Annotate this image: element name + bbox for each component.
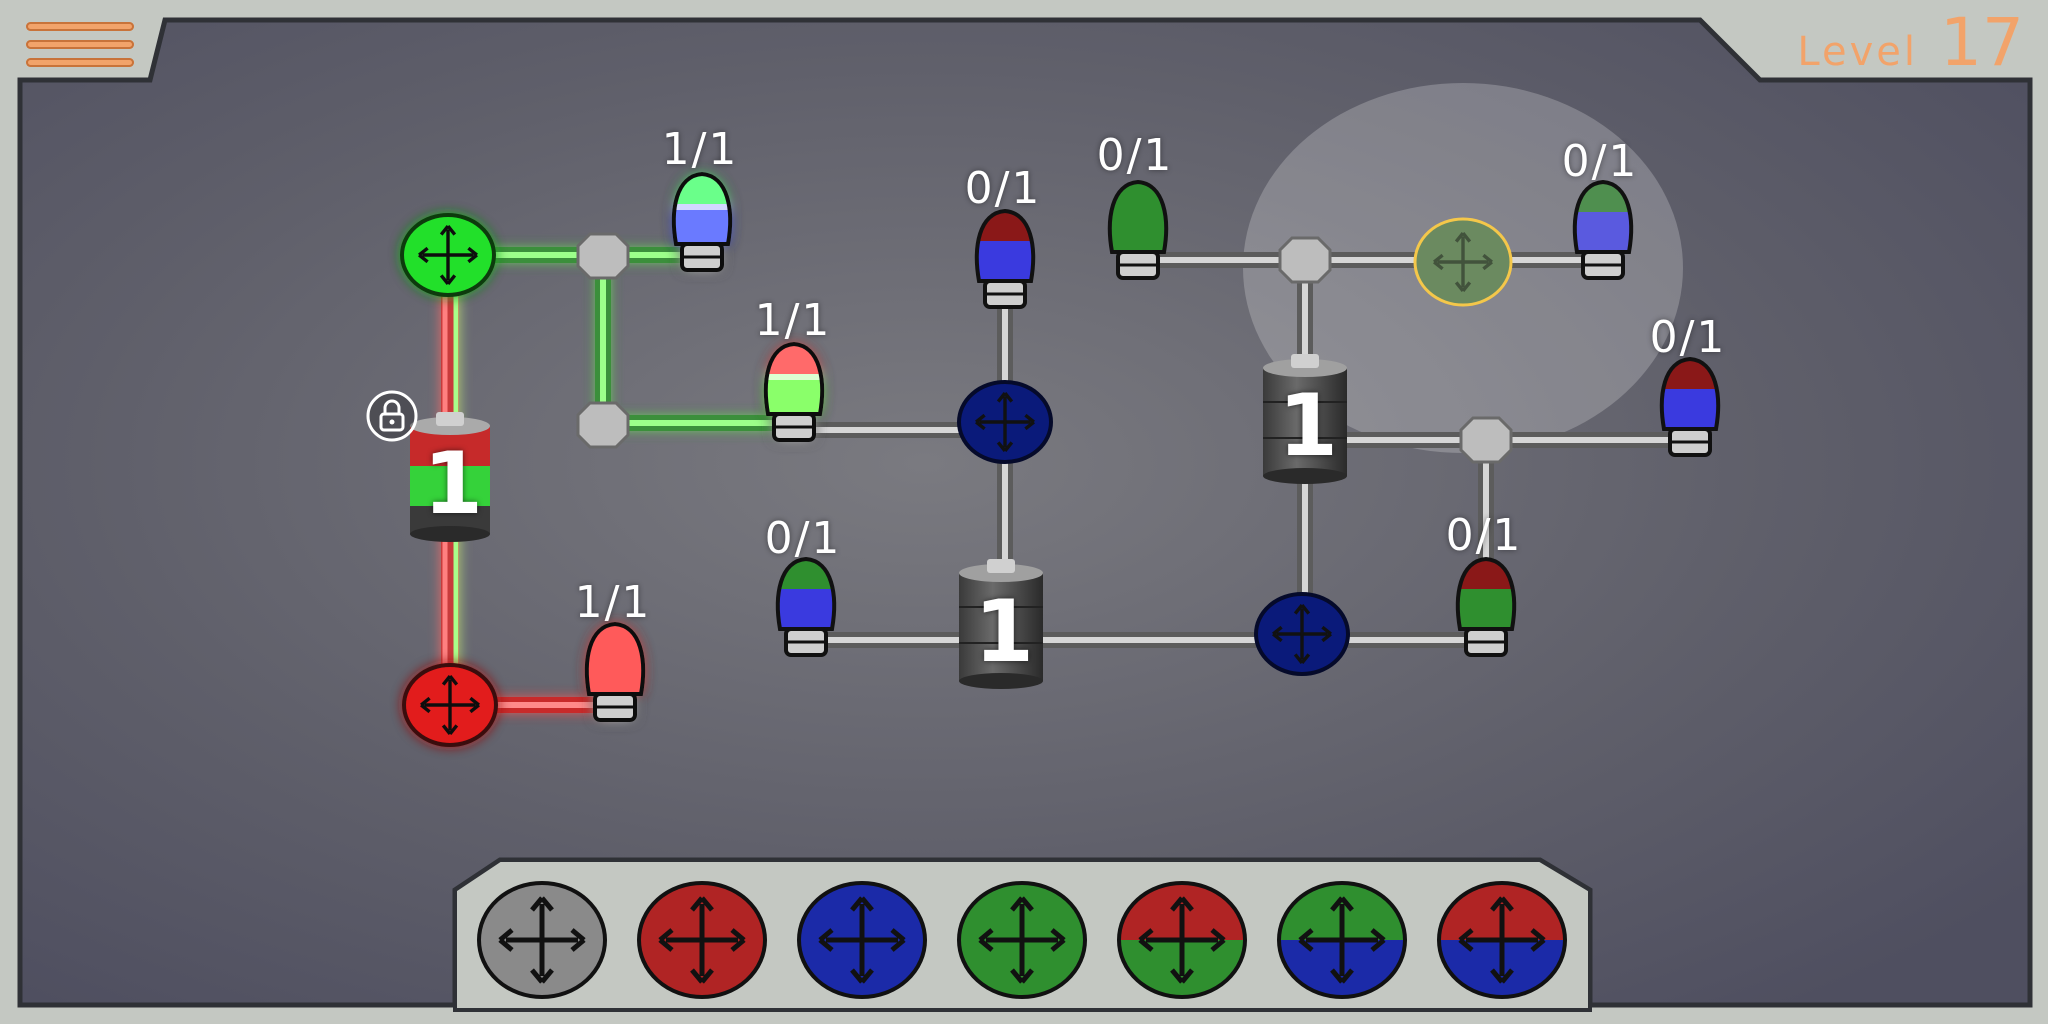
level-indicator: Level 17 xyxy=(1797,4,2024,81)
palette-red-green[interactable] xyxy=(1112,880,1252,1000)
palette-red-blue[interactable] xyxy=(1432,880,1572,1000)
level-number: 17 xyxy=(1940,4,2024,81)
switch-green-selected[interactable] xyxy=(1413,217,1513,307)
bulb-counter: 1/1 xyxy=(754,295,832,346)
color-palette xyxy=(477,880,1572,1000)
hamburger-menu-icon xyxy=(26,22,134,31)
battery-value: 1 xyxy=(974,582,1034,682)
lock-icon xyxy=(366,390,418,442)
bulb-counter: 1/1 xyxy=(574,577,652,628)
palette-gray[interactable] xyxy=(477,881,607,999)
switch-blue-2[interactable] xyxy=(1254,592,1350,676)
bulb-counter: 0/1 xyxy=(1649,312,1727,363)
palette-green-blue[interactable] xyxy=(1272,880,1412,1000)
palette-green[interactable] xyxy=(957,881,1087,999)
bulb-counter: 0/1 xyxy=(1096,130,1174,181)
bulb-counter: 0/1 xyxy=(1561,136,1639,187)
hamburger-menu-icon-bar xyxy=(26,58,134,67)
switch-red[interactable] xyxy=(402,663,498,747)
battery-value: 1 xyxy=(1278,376,1338,476)
bulb-counter: 0/1 xyxy=(764,513,842,564)
level-label: Level xyxy=(1797,29,1919,75)
bulb-counter: 0/1 xyxy=(1445,510,1523,561)
wires-inactive xyxy=(782,252,1698,648)
switch-green[interactable] xyxy=(400,213,496,297)
hamburger-menu-icon-bar xyxy=(26,40,134,49)
bulb-counter: 1/1 xyxy=(661,124,739,175)
menu-button[interactable] xyxy=(20,18,140,78)
switch-blue-1[interactable] xyxy=(957,380,1053,464)
bulb-counter: 0/1 xyxy=(964,163,1042,214)
palette-red[interactable] xyxy=(637,881,767,999)
battery-value: 1 xyxy=(423,434,483,534)
palette-blue[interactable] xyxy=(797,881,927,999)
